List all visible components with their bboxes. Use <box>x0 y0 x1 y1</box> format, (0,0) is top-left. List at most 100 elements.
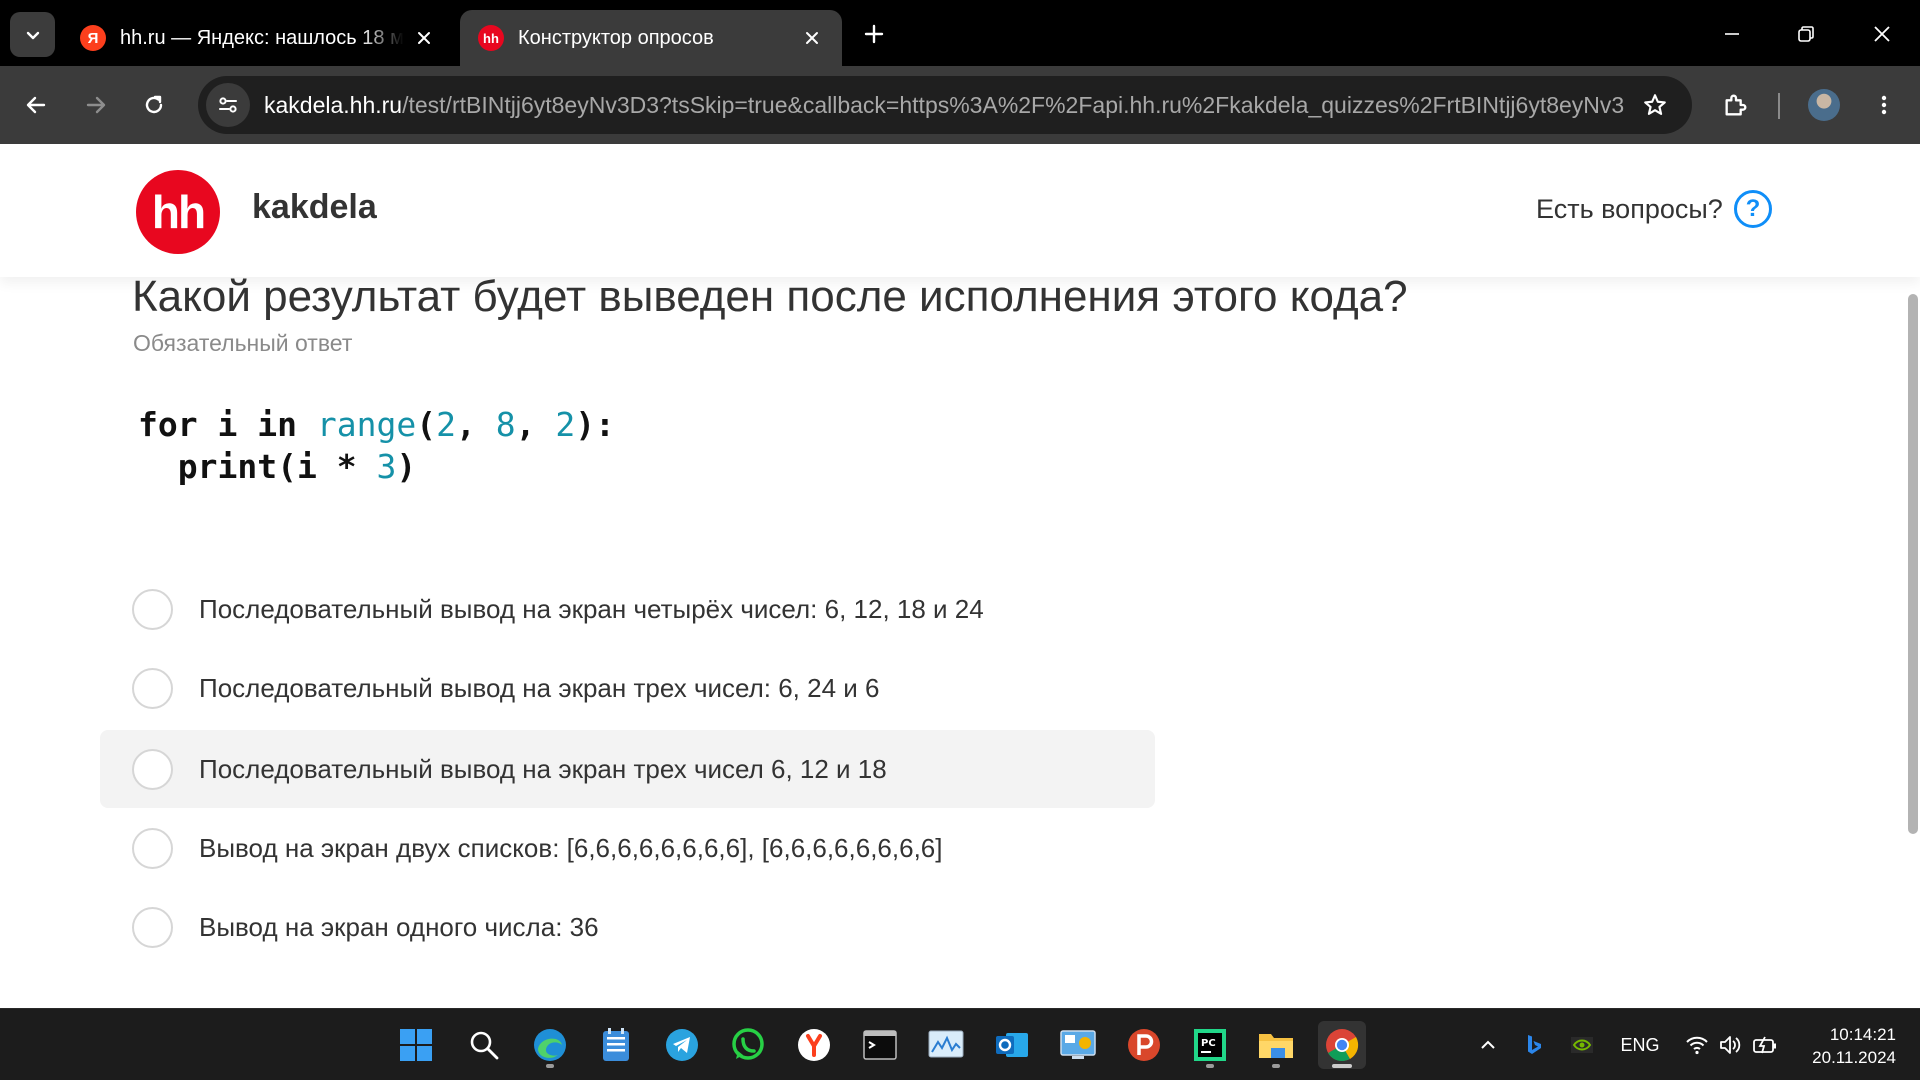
profile-button[interactable] <box>1802 83 1846 127</box>
taskbar-app-whatsapp[interactable] <box>724 1021 772 1069</box>
answer-option-3[interactable]: Последовательный вывод на экран трех чис… <box>100 730 1155 808</box>
tab-survey-constructor[interactable]: hh Конструктор опросов <box>460 10 842 66</box>
reload-button[interactable] <box>132 83 176 127</box>
nvidia-icon <box>1571 1037 1593 1053</box>
close-window-button[interactable] <box>1862 14 1902 54</box>
close-icon <box>806 32 818 44</box>
tab-search-button[interactable] <box>10 12 55 57</box>
close-icon <box>1874 26 1890 42</box>
taskbar-app-yandex-browser[interactable] <box>790 1021 838 1069</box>
forward-button[interactable] <box>74 83 118 127</box>
chevron-up-icon <box>1481 1040 1495 1049</box>
code-number: 8 <box>495 405 516 444</box>
minimize-icon <box>1725 33 1739 35</box>
clock-time: 10:14:21 <box>1829 1025 1896 1044</box>
tab-title: hh.ru — Яндекс: нашлось 18 млн результат… <box>120 26 404 49</box>
tray-nvidia[interactable] <box>1568 1029 1596 1061</box>
taskbar-app-edge[interactable] <box>526 1021 574 1069</box>
question-title: Какой результат будет выведен после испо… <box>132 272 1408 321</box>
code-keyword: for <box>138 405 198 444</box>
code-args: (i * <box>277 447 377 486</box>
code-punct: , <box>515 405 556 444</box>
avatar <box>1808 89 1840 121</box>
restore-button[interactable] <box>1786 14 1826 54</box>
hh-logo[interactable]: hh <box>136 170 220 254</box>
radio-button[interactable] <box>132 906 173 948</box>
tab-title: Конструктор опросов <box>518 26 714 49</box>
answer-label: Вывод на экран двух списков: [6,6,6,6,6,… <box>199 832 943 863</box>
tray-wifi[interactable] <box>1682 1029 1712 1061</box>
site-header: hh kakdela Есть вопросы? ? <box>0 144 1920 277</box>
new-tab-button[interactable] <box>858 18 890 50</box>
restore-icon <box>1798 26 1814 42</box>
plus-icon <box>864 24 884 44</box>
answer-label: Вывод на экран одного числа: 36 <box>199 911 599 942</box>
chevron-down-icon <box>26 31 39 39</box>
taskbar-app-notepad[interactable] <box>592 1021 640 1069</box>
answer-option-2[interactable]: Последовательный вывод на экран трех чис… <box>100 649 1155 727</box>
windows-logo-icon <box>400 1029 432 1061</box>
question-mark-icon[interactable]: ? <box>1734 190 1772 228</box>
start-button[interactable] <box>392 1021 440 1069</box>
tray-battery[interactable] <box>1750 1029 1780 1061</box>
required-label: Обязательный ответ <box>133 330 353 356</box>
answer-label: Последовательный вывод на экран трех чис… <box>199 753 887 784</box>
active-indicator <box>1332 1064 1352 1068</box>
arrow-left-icon <box>26 96 46 114</box>
tab-yandex-search[interactable]: Я hh.ru — Яндекс: нашлось 18 млн результ… <box>62 10 454 66</box>
url-text[interactable]: kakdela.hh.ru/test/rtBINtjj6yt8eyNv3D3?t… <box>264 92 1624 119</box>
page-content: hh kakdela Есть вопросы? ? Какой результ… <box>0 144 1920 1008</box>
code-snippet: for i in range(2, 8, 2): print(i * 3) <box>138 404 615 488</box>
taskbar-app-file-explorer[interactable] <box>1252 1021 1300 1069</box>
answer-option-5[interactable]: Вывод на экран одного числа: 36 <box>100 888 1155 966</box>
taskbar-app-pycharm[interactable]: PC <box>1186 1021 1234 1069</box>
code-punct: , <box>455 405 496 444</box>
telegram-icon <box>666 1029 698 1061</box>
code-number: 2 <box>436 405 456 444</box>
running-indicator <box>1206 1064 1214 1068</box>
radio-button[interactable] <box>132 748 173 790</box>
code-variable: i <box>197 405 258 444</box>
running-indicator <box>546 1064 554 1068</box>
taskbar-clock[interactable]: 10:14:21 20.11.2024 <box>1796 1023 1896 1069</box>
radio-button[interactable] <box>132 588 173 630</box>
help-link[interactable]: Есть вопросы? <box>1536 194 1723 225</box>
control-panel-icon <box>1060 1030 1096 1059</box>
taskbar-app-presentation[interactable] <box>1120 1021 1168 1069</box>
taskbar-search-button[interactable] <box>460 1021 508 1069</box>
close-tab-button[interactable] <box>800 26 824 50</box>
extensions-button[interactable] <box>1714 83 1758 127</box>
tray-volume[interactable] <box>1716 1029 1746 1061</box>
taskbar-app-control-panel[interactable] <box>1054 1021 1102 1069</box>
bing-icon <box>1528 1035 1541 1054</box>
taskbar-app-chrome[interactable] <box>1318 1021 1366 1069</box>
puzzle-icon <box>1725 94 1747 116</box>
address-bar[interactable]: kakdela.hh.ru/test/rtBINtjj6yt8eyNv3D3?t… <box>198 76 1692 134</box>
browser-menu-button[interactable] <box>1862 83 1906 127</box>
language-indicator[interactable]: ENG <box>1614 1029 1666 1061</box>
close-tab-button[interactable] <box>412 26 436 50</box>
taskbar-app-outlook[interactable] <box>988 1021 1036 1069</box>
taskbar-app-telegram[interactable] <box>658 1021 706 1069</box>
star-icon <box>1644 94 1666 115</box>
back-button[interactable] <box>14 83 58 127</box>
tray-bing[interactable] <box>1520 1029 1548 1061</box>
url-path: /test/rtBINtjj6yt8eyNv3D3?tsSkip=true&ca… <box>402 91 1624 118</box>
code-keyword: in <box>257 405 297 444</box>
answer-option-4[interactable]: Вывод на экран двух списков: [6,6,6,6,6,… <box>100 809 1155 887</box>
taskbar-app-terminal[interactable] <box>856 1021 904 1069</box>
code-function: print <box>177 447 278 486</box>
minimize-button[interactable] <box>1712 14 1752 54</box>
radio-button[interactable] <box>132 667 173 709</box>
show-hidden-icons-button[interactable] <box>1474 1029 1502 1061</box>
yandex-favicon-icon: Я <box>80 25 106 51</box>
radio-button[interactable] <box>132 827 173 869</box>
taskbar-app-resource-monitor[interactable] <box>922 1021 970 1069</box>
page-scrollbar[interactable] <box>1908 294 1918 834</box>
site-info-button[interactable] <box>206 83 250 127</box>
answer-option-1[interactable]: Последовательный вывод на экран четырёх … <box>100 570 1155 648</box>
bookmark-button[interactable] <box>1640 90 1670 120</box>
answer-label: Последовательный вывод на экран четырёх … <box>199 593 984 624</box>
terminal-icon <box>863 1030 897 1060</box>
